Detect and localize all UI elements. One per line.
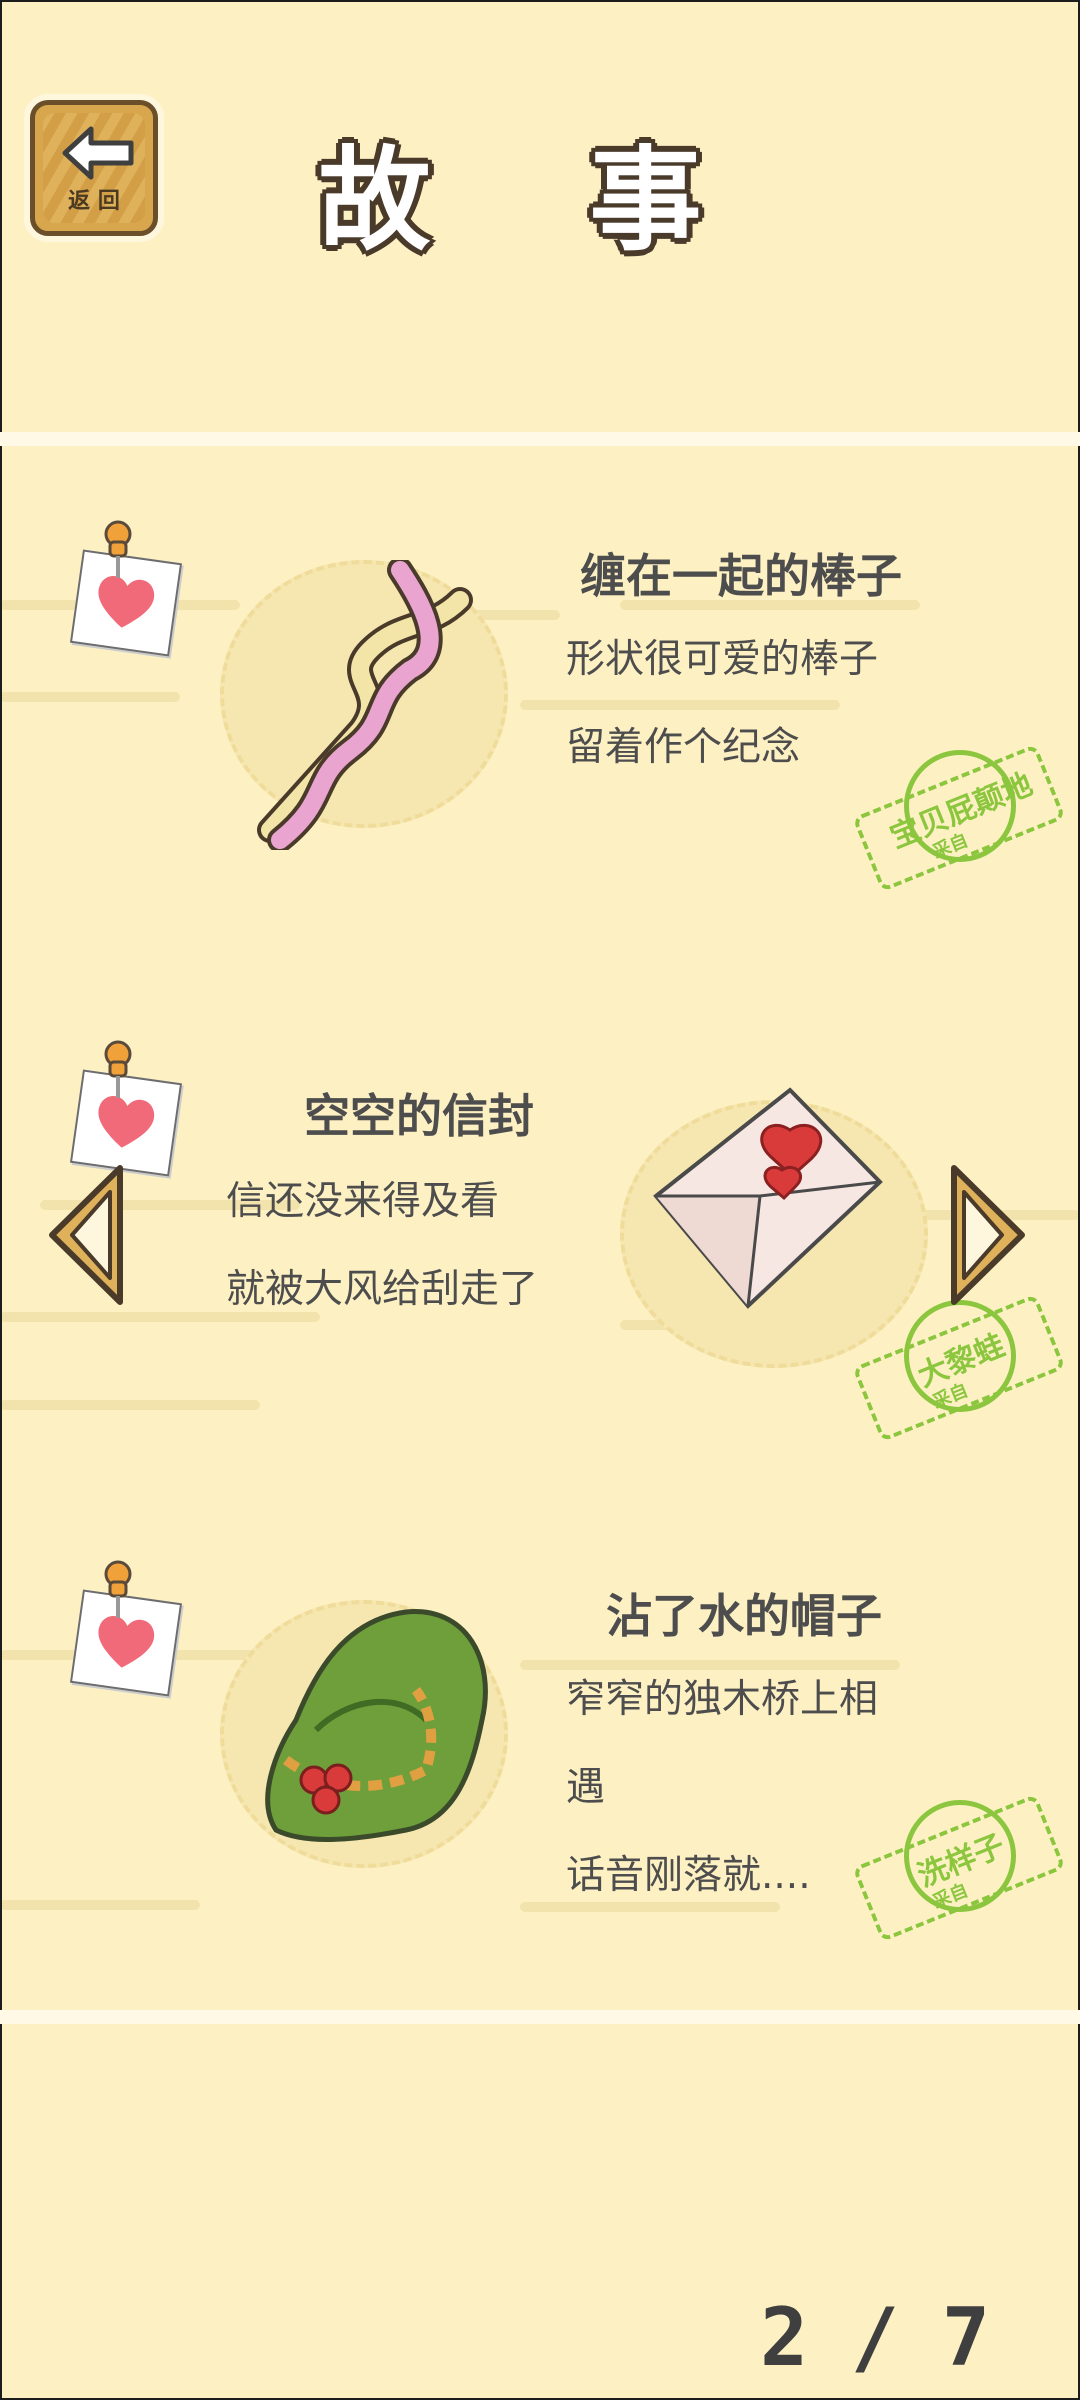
total-pages: 7 bbox=[941, 2290, 990, 2384]
envelope-icon bbox=[653, 1087, 883, 1309]
heart-note-icon bbox=[69, 1560, 183, 1697]
next-page-button[interactable] bbox=[942, 1162, 1034, 1308]
previous-page-button[interactable] bbox=[40, 1162, 132, 1308]
pushpin-icon bbox=[104, 520, 132, 578]
pushpin-icon bbox=[104, 1040, 132, 1098]
divider bbox=[0, 432, 1080, 446]
story-card[interactable]: 缠在一起的棒子 形状很可爱的棒子 留着作个纪念 宝贝屁颠地 采自 bbox=[0, 520, 1080, 990]
divider bbox=[0, 2010, 1080, 2024]
collector-stamp: 大黎蛙 采自 bbox=[852, 1283, 1066, 1443]
story-text: 留着作个纪念 bbox=[566, 725, 801, 770]
page-separator: / bbox=[850, 2290, 900, 2384]
story-title: 缠在一起的棒子 bbox=[580, 549, 902, 603]
page-title: 故 事 bbox=[318, 136, 762, 266]
story-text: 话音刚落就.... bbox=[566, 1853, 811, 1898]
heart-note-icon bbox=[69, 1040, 183, 1177]
story-text: 就被大风给刮走了 bbox=[226, 1267, 539, 1312]
page-indicator: 2 / 7 bbox=[760, 2282, 990, 2392]
story-card[interactable]: 沾了水的帽子 窄窄的独木桥上相 遇 话音刚落就.... 洗样子 采自 bbox=[0, 1560, 1080, 2030]
story-title: 空空的信封 bbox=[304, 1089, 534, 1143]
green-hat-icon bbox=[265, 1609, 488, 1842]
story-text: 遇 bbox=[566, 1765, 606, 1810]
current-page: 2 bbox=[760, 2290, 809, 2384]
story-card[interactable]: 空空的信封 信还没来得及看 就被大风给刮走了 大黎蛙 采自 bbox=[0, 1040, 1080, 1510]
twisted-sticks-icon bbox=[257, 560, 473, 850]
story-text: 窄窄的独木桥上相 bbox=[566, 1677, 879, 1722]
story-title: 沾了水的帽子 bbox=[606, 1589, 882, 1643]
pushpin-icon bbox=[104, 1560, 132, 1618]
collector-stamp: 宝贝屁颠地 采自 bbox=[852, 733, 1066, 893]
heart-note-icon bbox=[69, 520, 183, 657]
collector-stamp: 洗样子 采自 bbox=[852, 1783, 1066, 1943]
story-text: 信还没来得及看 bbox=[226, 1179, 500, 1224]
story-text: 形状很可爱的棒子 bbox=[566, 637, 879, 682]
